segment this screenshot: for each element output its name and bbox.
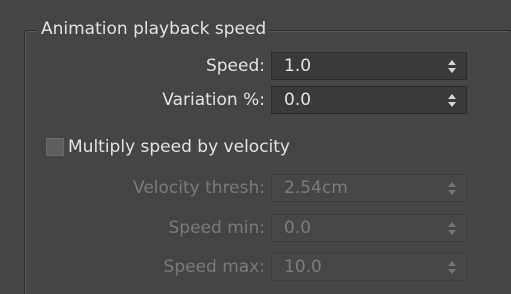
group-title: Animation playback speed bbox=[37, 16, 271, 42]
spinner-down-icon[interactable] bbox=[448, 102, 456, 107]
multiply-speed-checkbox[interactable] bbox=[46, 138, 64, 156]
multiply-speed-label[interactable]: Multiply speed by velocity bbox=[68, 134, 290, 160]
speed-max-spinner: 10.0 bbox=[271, 253, 467, 281]
speed-min-label: Speed min: bbox=[168, 218, 265, 238]
speed-min-spinner-arrows bbox=[448, 222, 456, 236]
speed-spinner-arrows[interactable] bbox=[448, 60, 456, 74]
animation-playback-panel: Animation playback speed Speed: 1.0 Vari… bbox=[0, 0, 511, 294]
speed-min-row: Speed min: 0.0 bbox=[0, 214, 511, 242]
speed-value[interactable]: 1.0 bbox=[284, 53, 311, 79]
spinner-down-icon[interactable] bbox=[448, 68, 456, 73]
speed-row: Speed: 1.0 bbox=[0, 52, 511, 80]
velocity-thresh-spinner-arrows bbox=[448, 182, 456, 196]
velocity-thresh-label: Velocity thresh: bbox=[133, 178, 265, 198]
spinner-down-icon bbox=[448, 190, 456, 195]
variation-spinner-arrows[interactable] bbox=[448, 94, 456, 108]
speed-max-value: 10.0 bbox=[284, 257, 322, 277]
velocity-thresh-row: Velocity thresh: 2.54cm bbox=[0, 174, 511, 202]
speed-label: Speed: bbox=[205, 56, 265, 76]
variation-row: Variation %: 0.0 bbox=[0, 86, 511, 114]
speed-min-value: 0.0 bbox=[284, 218, 312, 238]
speed-max-label: Speed max: bbox=[163, 257, 265, 277]
variation-spinner[interactable]: 0.0 bbox=[271, 86, 467, 114]
spinner-up-icon[interactable] bbox=[448, 94, 456, 99]
variation-label: Variation %: bbox=[162, 90, 265, 110]
speed-min-spinner: 0.0 bbox=[271, 214, 467, 242]
spinner-up-icon bbox=[448, 222, 456, 227]
speed-max-row: Speed max: 10.0 bbox=[0, 253, 511, 281]
velocity-thresh-value: 2.54cm bbox=[284, 178, 348, 198]
multiply-speed-checkbox-row[interactable]: Multiply speed by velocity bbox=[46, 134, 346, 160]
speed-max-spinner-arrows bbox=[448, 261, 456, 275]
spinner-down-icon bbox=[448, 230, 456, 235]
spinner-up-icon[interactable] bbox=[448, 60, 456, 65]
spinner-up-icon bbox=[448, 182, 456, 187]
speed-spinner[interactable]: 1.0 bbox=[271, 52, 467, 80]
spinner-down-icon bbox=[448, 269, 456, 274]
spinner-up-icon bbox=[448, 261, 456, 266]
velocity-thresh-spinner: 2.54cm bbox=[271, 174, 467, 202]
variation-value[interactable]: 0.0 bbox=[284, 87, 311, 113]
